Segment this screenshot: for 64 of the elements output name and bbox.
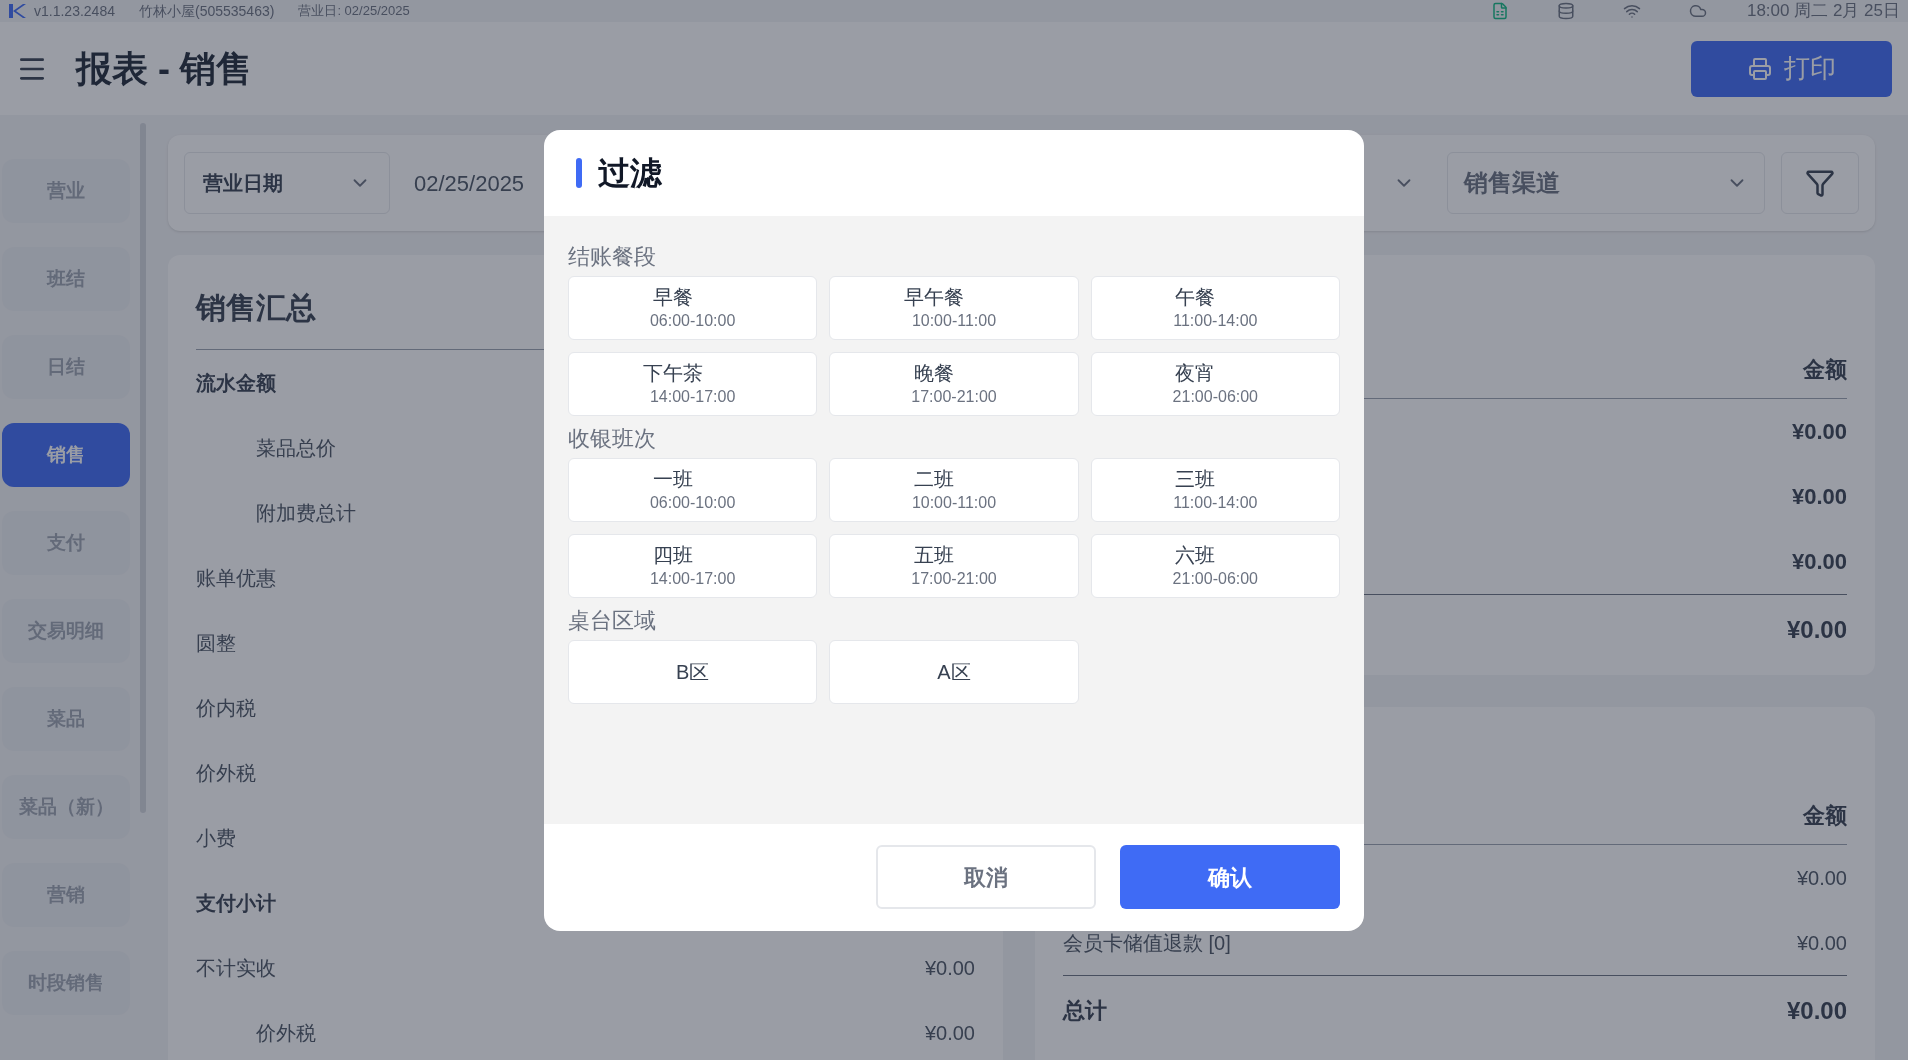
filter-option[interactable]: 早餐 06:00-10:00: [568, 275, 818, 340]
business-day: 营业日: 02/25/2025: [298, 1, 410, 21]
row-label: 不计实收: [196, 955, 276, 981]
row-value: ¥0.00: [1791, 548, 1847, 576]
section-title: 结账餐段: [568, 242, 657, 271]
cloud-icon: [1688, 2, 1707, 20]
filter-button[interactable]: [1781, 152, 1859, 214]
filter-option[interactable]: 五班 17:00-21:00: [829, 533, 1079, 598]
wifi-icon: [1622, 2, 1641, 20]
printer-icon: [1747, 56, 1772, 81]
row-value: ¥0.00: [1786, 614, 1847, 645]
row-label: 圆整: [196, 630, 236, 656]
section-title: 收银班次: [568, 424, 657, 453]
row-value: ¥0.00: [924, 1020, 975, 1046]
app-version: v1.1.23.2484: [34, 1, 115, 21]
filter-option[interactable]: 六班 21:00-06:00: [1090, 533, 1340, 598]
clock: 18:00 周二 2月 25日: [1746, 0, 1900, 23]
row-value: ¥0.00: [1796, 865, 1847, 891]
row-label: 总计: [1063, 997, 1107, 1025]
section-title: 桌台区域: [568, 606, 657, 635]
row-label: 会员卡储值退款 [0]: [1063, 930, 1231, 956]
date-type-dropdown[interactable]: 营业日期: [184, 152, 390, 214]
row-label: 账单优惠: [196, 565, 276, 591]
filter-option[interactable]: 二班 10:00-11:00: [829, 457, 1079, 522]
row-label: 价内税: [196, 695, 256, 721]
confirm-button[interactable]: 确认: [1120, 845, 1340, 909]
filter-option[interactable]: 早午餐 10:00-11:00: [829, 275, 1079, 340]
sidebar-item[interactable]: 销售: [2, 423, 130, 487]
filter-option[interactable]: 晚餐 17:00-21:00: [829, 351, 1079, 416]
filter-option[interactable]: 夜宵 21:00-06:00: [1090, 351, 1340, 416]
filter-icon: [1805, 168, 1835, 198]
app-logo-icon: [8, 3, 26, 19]
column-header: 金额: [1803, 356, 1847, 384]
filter-option[interactable]: 一班 06:00-10:00: [568, 457, 818, 522]
filter-option[interactable]: 三班 11:00-14:00: [1090, 457, 1340, 522]
filter-option[interactable]: 四班 14:00-17:00: [568, 533, 818, 598]
row-label: 价外税: [196, 760, 256, 786]
title-accent-bar: [576, 157, 582, 188]
row-label: 价外税: [256, 1020, 316, 1046]
store-name: 竹林小屋(505535463): [138, 1, 275, 21]
row-label: 支付小计: [196, 890, 276, 916]
row-value: ¥0.00: [1791, 418, 1847, 446]
filter-option[interactable]: A区: [829, 639, 1079, 704]
row-value: ¥0.00: [924, 955, 975, 981]
filter-option[interactable]: B区: [568, 639, 818, 704]
date-field[interactable]: 02/25/2025: [414, 166, 525, 200]
page-title: 报表 - 销售: [76, 46, 252, 91]
filter-option[interactable]: 午餐 11:00-14:00: [1090, 275, 1340, 340]
cancel-button[interactable]: 取消: [876, 845, 1096, 909]
row-label: 流水金额: [196, 370, 276, 396]
row-label: 小费: [196, 825, 236, 851]
card-title: 销售汇总: [196, 291, 316, 324]
print-button[interactable]: 打印: [1691, 40, 1892, 97]
row-value: ¥0.00: [1796, 930, 1847, 956]
filter-option[interactable]: 下午茶 14:00-17:00: [568, 351, 818, 416]
row-label: 菜品总价: [256, 435, 336, 461]
row-value: ¥0.00: [1786, 995, 1847, 1026]
spreadsheet-icon: [1490, 2, 1509, 20]
column-header: 金额: [1803, 802, 1847, 830]
row-label: 附加费总计: [256, 500, 356, 526]
channel-dropdown[interactable]: 销售渠道: [1447, 152, 1765, 214]
row-value: ¥0.00: [1791, 483, 1847, 511]
database-icon: [1556, 2, 1575, 20]
dialog-title: 过滤: [598, 153, 662, 193]
